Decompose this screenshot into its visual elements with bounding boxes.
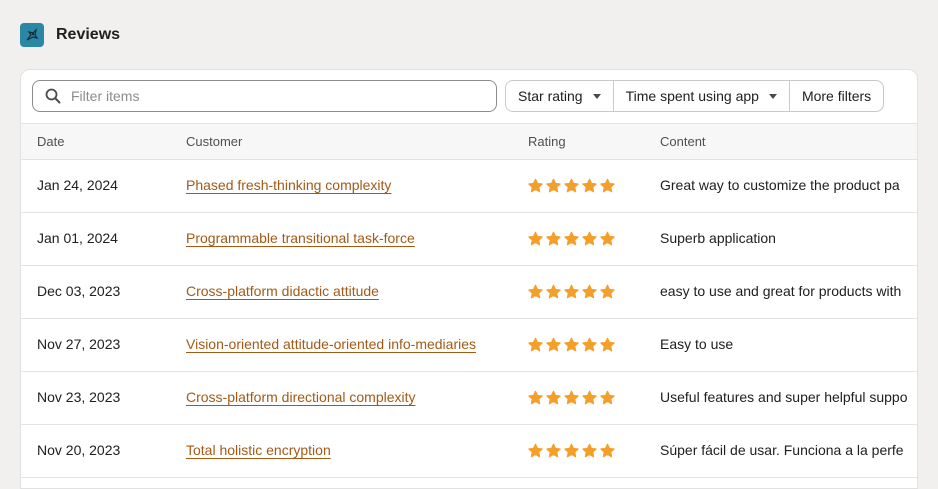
filter-button-group: Star rating Time spent using app More fi… <box>505 80 885 112</box>
star-icon <box>600 337 615 352</box>
star-icon <box>546 284 561 299</box>
table-header: Date Customer Rating Content <box>21 123 917 160</box>
star-rating <box>528 390 615 405</box>
star-rating <box>528 443 615 458</box>
star-icon <box>528 443 543 458</box>
reviews-table: Date Customer Rating Content Jan 24, 202… <box>21 123 917 478</box>
review-date: Nov 27, 2023 <box>37 336 121 352</box>
star-icon <box>564 337 579 352</box>
star-icon <box>528 178 543 193</box>
star-icon <box>582 443 597 458</box>
star-icon <box>582 284 597 299</box>
column-header-rating: Rating <box>528 134 566 149</box>
table-row[interactable]: Nov 23, 2023 Cross-platform directional … <box>21 372 917 425</box>
review-content: easy to use and great for products with <box>660 283 902 299</box>
star-rating-filter-button[interactable]: Star rating <box>505 80 614 112</box>
star-icon <box>582 178 597 193</box>
star-icon <box>546 390 561 405</box>
star-icon <box>528 390 543 405</box>
star-icon <box>600 443 615 458</box>
column-header-content: Content <box>660 134 706 149</box>
star-icon <box>528 284 543 299</box>
app-logo-icon <box>20 23 44 47</box>
star-icon <box>582 231 597 246</box>
star-rating <box>528 284 615 299</box>
customer-link[interactable]: Cross-platform directional complexity <box>186 389 416 405</box>
search-field[interactable] <box>32 80 497 112</box>
filter-button-label: Time spent using app <box>625 88 759 104</box>
star-icon <box>600 284 615 299</box>
time-spent-filter-button[interactable]: Time spent using app <box>612 80 790 112</box>
customer-link[interactable]: Vision-oriented attitude-oriented info-m… <box>186 336 476 352</box>
review-content: Useful features and super helpful suppo <box>660 389 908 405</box>
star-icon <box>564 443 579 458</box>
star-icon <box>564 231 579 246</box>
table-row[interactable]: Dec 03, 2023 Cross-platform didactic att… <box>21 266 917 319</box>
table-row[interactable]: Nov 20, 2023 Total holistic encryption S… <box>21 425 917 478</box>
search-icon <box>45 88 61 104</box>
star-rating <box>528 231 615 246</box>
page-title: Reviews <box>56 26 121 43</box>
review-date: Nov 23, 2023 <box>37 389 121 405</box>
star-icon <box>564 178 579 193</box>
customer-link[interactable]: Phased fresh-thinking complexity <box>186 177 391 193</box>
search-input[interactable] <box>71 88 471 104</box>
filter-bar: Star rating Time spent using app More fi… <box>21 70 917 123</box>
review-content: Easy to use <box>660 336 734 352</box>
review-content: Great way to customize the product pa <box>660 177 900 193</box>
star-icon <box>546 337 561 352</box>
page-header: Reviews <box>20 23 120 47</box>
star-icon <box>600 178 615 193</box>
customer-link[interactable]: Total holistic encryption <box>186 442 331 458</box>
star-icon <box>564 284 579 299</box>
star-icon <box>528 337 543 352</box>
star-icon <box>546 231 561 246</box>
star-icon <box>546 178 561 193</box>
star-icon <box>564 390 579 405</box>
star-rating <box>528 337 615 352</box>
star-icon <box>528 231 543 246</box>
filter-button-label: Star rating <box>518 88 583 104</box>
review-date: Jan 24, 2024 <box>37 177 118 193</box>
table-row[interactable]: Nov 27, 2023 Vision-oriented attitude-or… <box>21 319 917 372</box>
column-header-customer: Customer <box>186 134 243 149</box>
star-icon <box>582 390 597 405</box>
star-icon <box>546 443 561 458</box>
review-content: Superb application <box>660 230 776 246</box>
star-icon <box>600 390 615 405</box>
star-rating <box>528 178 615 193</box>
customer-link[interactable]: Cross-platform didactic attitude <box>186 283 379 299</box>
table-row[interactable]: Jan 01, 2024 Programmable transitional t… <box>21 213 917 266</box>
star-icon <box>582 337 597 352</box>
caret-down-icon <box>592 93 601 99</box>
review-date: Jan 01, 2024 <box>37 230 118 246</box>
table-row[interactable]: Jan 24, 2024 Phased fresh-thinking compl… <box>21 160 917 213</box>
review-date: Dec 03, 2023 <box>37 283 121 299</box>
filter-button-label: More filters <box>801 88 872 104</box>
review-content: Súper fácil de usar. Funciona a la perfe <box>660 442 904 458</box>
column-header-date: Date <box>37 134 65 149</box>
caret-down-icon <box>768 93 777 99</box>
review-date: Nov 20, 2023 <box>37 442 121 458</box>
customer-link[interactable]: Programmable transitional task-force <box>186 230 415 246</box>
star-icon <box>600 231 615 246</box>
reviews-card: Star rating Time spent using app More fi… <box>20 69 918 489</box>
more-filters-button[interactable]: More filters <box>788 80 885 112</box>
